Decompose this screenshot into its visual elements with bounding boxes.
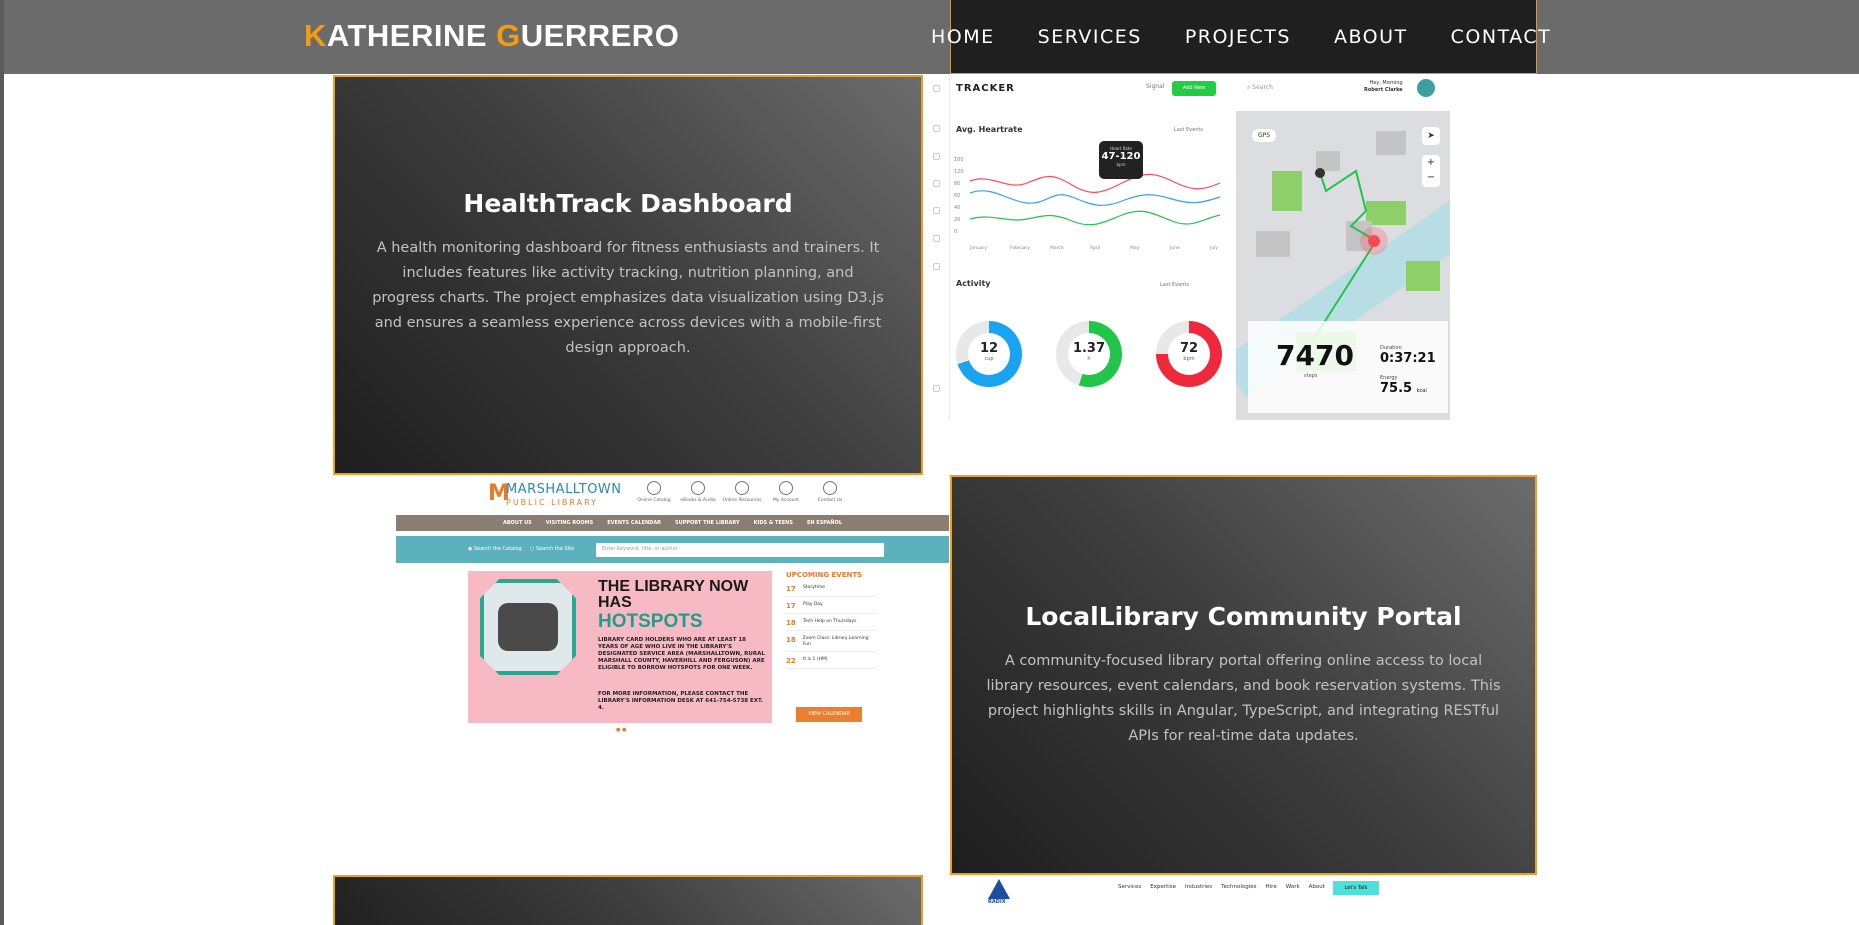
zoom-control: + − — [1422, 155, 1440, 187]
y-tick-label: 120 — [954, 169, 964, 175]
radix-logo-icon — [988, 879, 1010, 899]
project-card-healthtrack[interactable]: HealthTrack Dashboard A health monitorin… — [333, 75, 923, 475]
signal-label: Signal — [1146, 83, 1165, 90]
contact-icon: Contact Us — [810, 481, 850, 503]
activity-title: Activity — [956, 279, 991, 288]
x-tick-label: May — [1130, 245, 1140, 251]
account-icon: My Account — [766, 481, 806, 503]
radix-cta-button: Let's Talk — [1333, 881, 1379, 895]
globe-icon: Online Resources — [722, 481, 762, 503]
nav-about[interactable]: ABOUT — [1334, 26, 1408, 48]
radio-catalog: ◉ Search the Catalog — [468, 546, 522, 552]
gps-badge: GPS — [1252, 129, 1277, 142]
project-description: A community-focused library portal offer… — [986, 652, 1501, 744]
x-tick-label: June — [1169, 245, 1180, 251]
library-logo: MARSHALLTOWN PUBLIC LIBRARY — [506, 482, 622, 507]
dashboard-user: Hey, Morning Robert Clarke — [1364, 80, 1403, 93]
radix-nav: Services Expertise Industries Technologies H… — [1118, 884, 1325, 890]
y-tick-label: 40 — [954, 205, 960, 211]
banner-body: LIBRARY CARD HOLDERS WHO ARE AT LEAST 18… — [598, 637, 765, 671]
project-description: A health monitoring dashboard for fitnes… — [372, 240, 884, 356]
hotspot-photo — [480, 579, 576, 675]
project-title: HealthTrack Dashboard — [463, 189, 793, 218]
nav-home[interactable]: HOME — [931, 26, 995, 48]
heartrate-chart: 100 120 80 60 40 20 0 January February March Apri… — [954, 157, 1221, 251]
x-tick-label: July — [1209, 245, 1218, 251]
heart-donut: 72 bpm — [1156, 321, 1222, 387]
dashboard-sidebar — [924, 75, 950, 420]
heartrate-tooltip: Heart Rate 47-120 bpm — [1099, 141, 1143, 179]
y-tick-label: 60 — [954, 193, 960, 199]
catalog-icon: Online Catalog — [634, 481, 674, 503]
x-tick-label: April — [1090, 245, 1100, 251]
avatar — [1417, 79, 1435, 97]
x-tick-label: January — [969, 245, 987, 251]
dashboard-search: ⌕ Search — [1247, 84, 1273, 91]
page: KATHERINE GUERRERO HOME SERVICES PROJECT… — [0, 0, 1859, 925]
x-tick-label: March — [1050, 245, 1064, 251]
library-nav: ABOUT US VISITING ROOMS EVENTS CALENDAR SUP… — [396, 515, 949, 531]
range-dropdown: Last Events — [1174, 127, 1203, 133]
x-tick-label: February — [1010, 245, 1030, 251]
add-new-button: Add New — [1172, 81, 1216, 96]
healthtrack-screenshot: TRACKER Signal Add New ⌕ Search Hey, Mor… — [924, 75, 1477, 420]
steps-unit: steps — [1304, 373, 1318, 379]
site-header: KATHERINE GUERRERO HOME SERVICES PROJECT… — [4, 0, 1859, 74]
library-logo-mark: M — [488, 481, 510, 506]
duration-value: 0:37:21 — [1380, 351, 1436, 366]
banner-hotspots: HOTSPOTS — [598, 611, 703, 632]
logo-first-name: ATHERINE — [326, 18, 488, 53]
nav-contact[interactable]: CONTACT — [1451, 26, 1552, 48]
logo-last-name: UERRERO — [520, 18, 680, 53]
energy-value: 75.5 kcal — [1380, 381, 1427, 396]
banner-contact: FOR MORE INFORMATION, PLEASE CONTACT THE… — [598, 691, 764, 711]
ebooks-icon: eBooks & Audio — [678, 481, 718, 503]
heartrate-title: Avg. Heartrate — [956, 125, 1023, 134]
library-search-input: Enter Keyword, title, or author — [596, 543, 884, 557]
y-tick-label: 80 — [954, 181, 960, 187]
radix-logo-text: RADIX — [988, 899, 1006, 905]
hotspot-banner: THE LIBRARY NOW HAS HOTSPOTS LIBRARY CAR… — [468, 571, 772, 723]
run-donut: 1.37 h — [1056, 321, 1122, 387]
carousel-dots: ● ● — [616, 727, 627, 733]
upcoming-events: UPCOMING EVENTS 17 Storytime 17 Play Day 1… — [786, 571, 876, 674]
locate-icon: ➤ — [1422, 127, 1440, 145]
radix-screenshot: RADIX Services Expertise Industries Technol… — [950, 875, 1477, 925]
project-card-third[interactable] — [333, 875, 923, 925]
steps-value: 7470 — [1276, 339, 1354, 372]
project-card-locallibrary[interactable]: LocalLibrary Community Portal A communit… — [950, 475, 1537, 875]
route-map: GPS ➤ + − 7470 steps Duration 0:37:21 Ene… — [1236, 111, 1450, 420]
dashboard-logo: TRACKER — [956, 83, 1015, 94]
site-logo[interactable]: KATHERINE GUERRERO — [304, 18, 679, 54]
view-calendar-button: VIEW CALENDAR — [796, 707, 862, 722]
y-tick-label: 0 — [954, 229, 957, 235]
project-title: LocalLibrary Community Portal — [1025, 601, 1462, 631]
water-donut: 12 cup — [956, 321, 1022, 387]
nav-projects[interactable]: PROJECTS — [1185, 26, 1291, 48]
logo-initial-k: K — [304, 18, 327, 53]
library-screenshot: M MARSHALLTOWN PUBLIC LIBRARY Online Cata… — [396, 475, 949, 875]
logo-initial-g: G — [496, 18, 521, 53]
y-tick-label: 20 — [954, 217, 960, 223]
banner-headline: THE LIBRARY NOW HAS — [598, 578, 749, 611]
y-tick-label: 100 — [954, 157, 964, 163]
radio-site: ○ Search the Site — [530, 546, 575, 552]
main-nav: HOME SERVICES PROJECTS ABOUT CONTACT — [931, 0, 1594, 74]
library-search-bar: ◉ Search the Catalog ○ Search the Site E… — [396, 536, 949, 563]
nav-services[interactable]: SERVICES — [1038, 26, 1142, 48]
activity-range: Last Events — [1160, 282, 1189, 288]
